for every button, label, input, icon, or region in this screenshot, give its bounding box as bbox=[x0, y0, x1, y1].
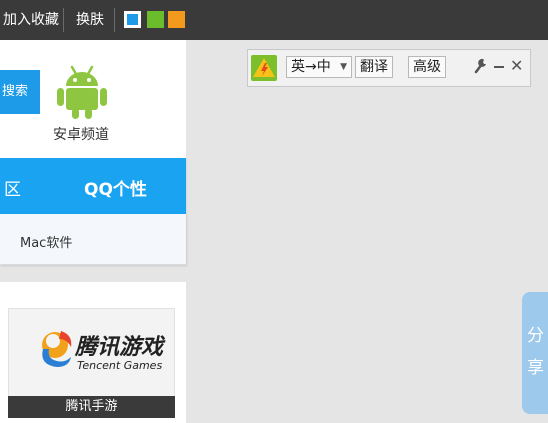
android-channel-label[interactable]: 安卓频道 bbox=[53, 124, 109, 144]
change-skin-link[interactable]: 换肤 bbox=[76, 11, 104, 29]
skin-swatch-green[interactable] bbox=[147, 11, 164, 28]
close-icon[interactable]: ✕ bbox=[510, 57, 523, 75]
advanced-button[interactable]: 高级 bbox=[408, 56, 446, 78]
skin-swatch-orange[interactable] bbox=[168, 11, 185, 28]
mac-software-link[interactable]: Mac软件 bbox=[20, 232, 72, 251]
game-card[interactable]: 腾讯游戏 Tencent Games 腾讯手游 bbox=[0, 282, 186, 423]
wrench-icon[interactable] bbox=[474, 58, 488, 78]
chevron-down-icon: ▼ bbox=[340, 62, 347, 72]
mac-software-row[interactable]: Mac软件 bbox=[0, 214, 186, 265]
android-icon[interactable] bbox=[56, 64, 108, 120]
category-band: 区 QQ个性 bbox=[0, 158, 186, 214]
tencent-games-logo: 腾讯游戏 Tencent Games bbox=[8, 308, 175, 400]
language-select[interactable]: 英→中 ▼ bbox=[286, 56, 352, 78]
divider bbox=[63, 8, 64, 32]
translate-button[interactable]: 翻译 bbox=[355, 56, 393, 78]
translate-logo-icon[interactable] bbox=[251, 55, 277, 81]
divider bbox=[114, 8, 115, 32]
top-bar: 加入收藏 换肤 bbox=[0, 0, 548, 40]
category-left-label[interactable]: 区 bbox=[4, 175, 21, 200]
search-button-label: 搜索 bbox=[2, 84, 29, 99]
language-mode: 英→中 bbox=[291, 59, 331, 75]
skin-swatch-blue[interactable] bbox=[124, 11, 141, 28]
game-caption: 腾讯手游 bbox=[8, 396, 175, 418]
minus-icon[interactable] bbox=[494, 66, 504, 68]
qq-personal-tab[interactable]: QQ个性 bbox=[84, 175, 147, 200]
logo-title: 腾讯游戏 bbox=[75, 335, 164, 360]
share-tab[interactable]: 分 享 bbox=[522, 292, 548, 414]
add-favorite-link[interactable]: 加入收藏 bbox=[3, 11, 59, 29]
search-button[interactable]: 搜索 bbox=[0, 70, 40, 114]
logo-subtitle: Tencent Games bbox=[77, 359, 163, 372]
share-char-1: 分 bbox=[527, 326, 544, 346]
translate-toolbar: 英→中 ▼ 翻译 高级 ✕ bbox=[247, 49, 531, 87]
share-char-2: 享 bbox=[527, 358, 544, 378]
